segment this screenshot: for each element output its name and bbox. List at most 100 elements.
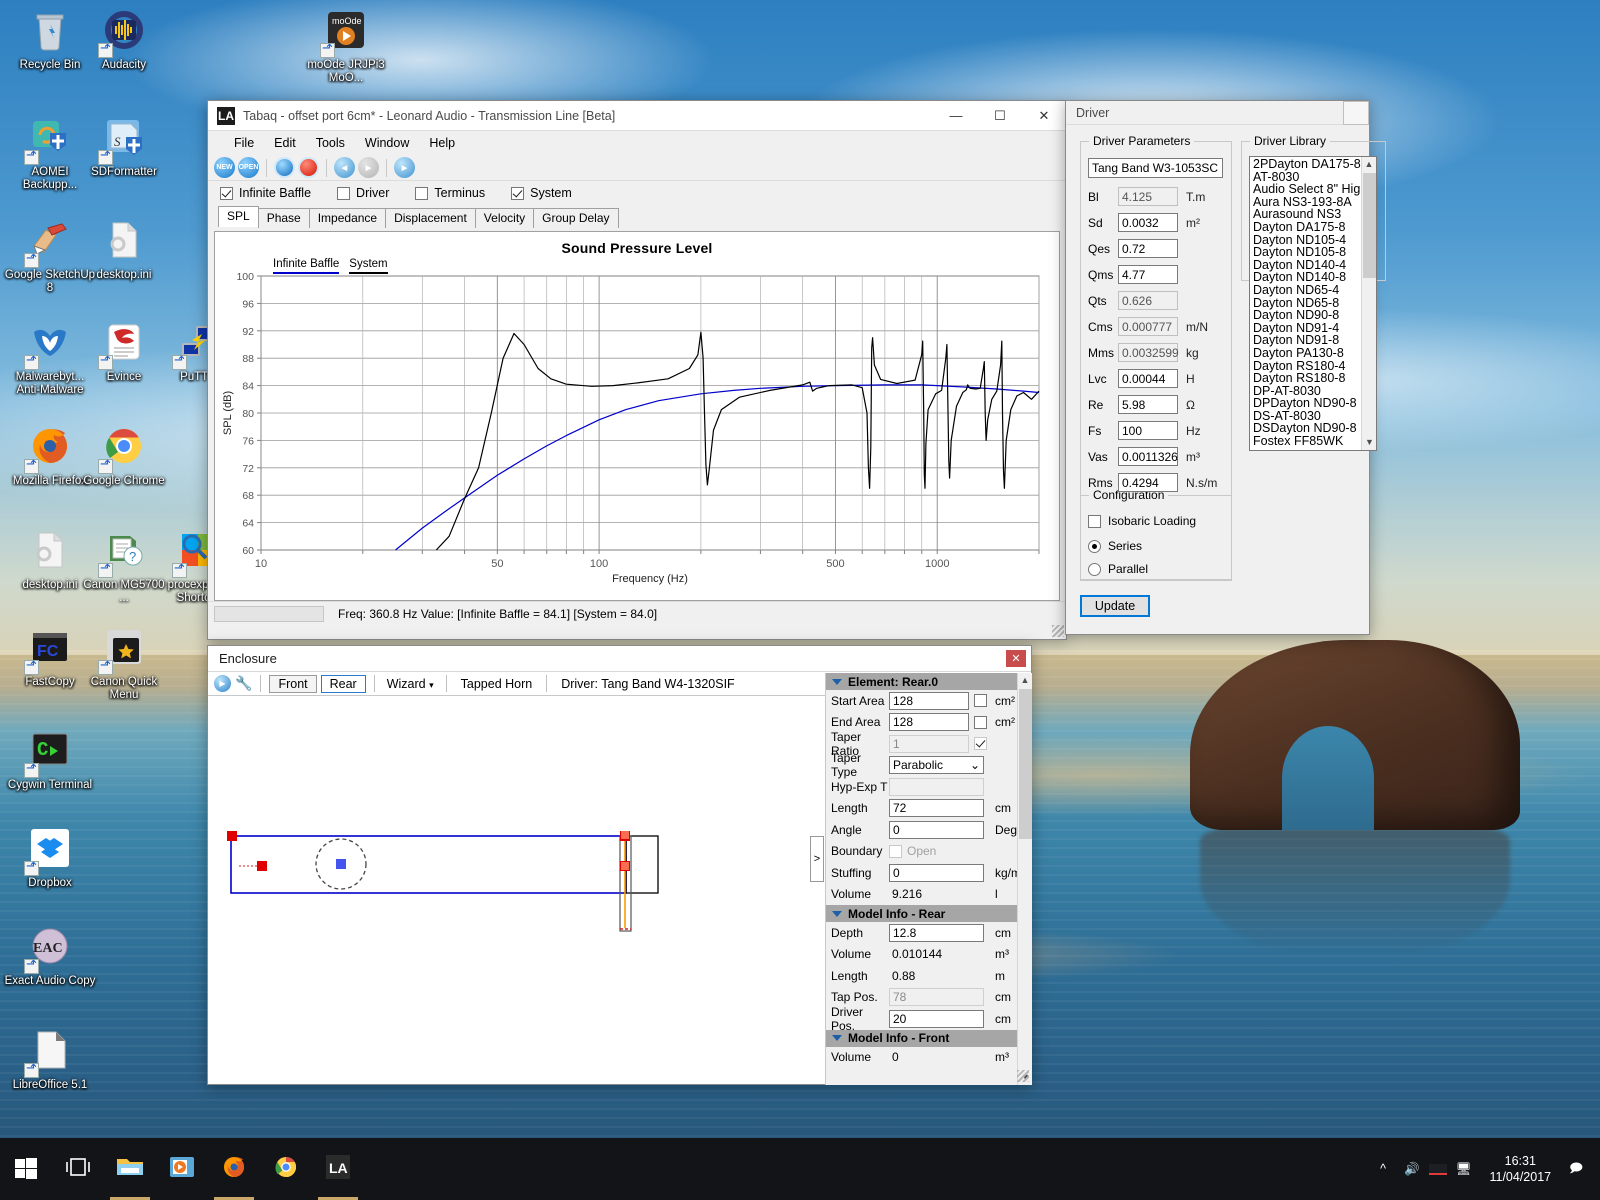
transmission-line-window[interactable]: LA Tabaq - offset port 6cm* - Leonard Au…	[207, 100, 1067, 640]
taskbar-leonard-audio[interactable]: LA	[312, 1138, 364, 1200]
library-scrollbar[interactable]: ▲ ▼	[1361, 157, 1376, 450]
property-input[interactable]	[889, 777, 984, 796]
property-panel-scrollbar[interactable]: ▲ ▼	[1017, 673, 1032, 1085]
library-item[interactable]: Dayton ND105-8	[1250, 246, 1376, 259]
chevron-down-icon[interactable]: ⌄	[970, 758, 980, 772]
taskbar-firefox[interactable]	[208, 1138, 260, 1200]
desktop-icon-cygwin-terminal[interactable]: C Cygwin Terminal	[4, 728, 96, 792]
param-input-sd[interactable]: 0.0032	[1118, 213, 1178, 232]
wizard-menu[interactable]: Wizard ▾	[383, 677, 438, 691]
update-button[interactable]: Update	[1080, 595, 1150, 617]
property-row-checkbox[interactable]	[974, 737, 987, 751]
maximize-button[interactable]: ☐	[978, 101, 1022, 131]
desktop-icon-canon-quick-menu[interactable]: Canon Quick Menu	[78, 625, 170, 702]
rear-button[interactable]: Rear	[320, 674, 366, 693]
desktop-icon-libreoffice-5-1[interactable]: LibreOffice 5.1	[4, 1028, 96, 1092]
driver-window-titlebar[interactable]: Driver	[1066, 100, 1369, 125]
param-input-rms[interactable]: 0.4294	[1118, 473, 1178, 492]
battery-icon[interactable]	[1428, 1163, 1447, 1175]
taskbar-task-view[interactable]	[52, 1138, 104, 1200]
system-tray[interactable]: ^ 🔊 🖥 16:31 11/04/2017 🗩	[1371, 1153, 1600, 1185]
desktop-icon-desktop-ini[interactable]: desktop.ini	[78, 218, 170, 282]
param-input-bl[interactable]: 4.125	[1118, 187, 1178, 206]
desktop-icon-google-chrome[interactable]: Google Chrome	[78, 424, 170, 488]
enclosure-property-panel[interactable]: Element: Rear.0 Start Area 128 cm² End Area 1…	[825, 673, 1032, 1085]
property-input[interactable]: 12.8	[889, 923, 984, 942]
tab-phase[interactable]: Phase	[257, 208, 310, 228]
tab-group-delay[interactable]: Group Delay	[533, 208, 619, 228]
driver-library-listbox[interactable]: 2PDayton DA175-8 AT-8030 Audio Select 8" H…	[1249, 156, 1377, 451]
new-button[interactable]: NEW	[214, 157, 235, 178]
checkbox-system[interactable]: System	[511, 186, 572, 200]
property-row-checkbox[interactable]	[974, 715, 987, 729]
main-window-titlebar[interactable]: LA Tabaq - offset port 6cm* - Leonard Au…	[208, 101, 1066, 131]
driver-name-field[interactable]: Tang Band W3-1053SC	[1088, 158, 1223, 178]
minimize-button[interactable]: —	[934, 101, 978, 131]
play-button[interactable]: ▶	[394, 157, 415, 178]
property-scroll-thumb[interactable]	[1019, 689, 1032, 839]
tab-displacement[interactable]: Displacement	[385, 208, 476, 228]
taskbar-clock[interactable]: 16:31 11/04/2017	[1480, 1153, 1560, 1185]
wrench-icon[interactable]: 🔧	[235, 675, 252, 692]
series-radio-dot[interactable]	[1088, 539, 1101, 553]
library-item[interactable]: 2PDayton DA175-8	[1250, 158, 1376, 171]
library-item[interactable]: Audio Select 8" High	[1250, 183, 1376, 196]
menu-item-edit[interactable]: Edit	[264, 134, 306, 152]
tab-spl[interactable]: SPL	[218, 206, 259, 227]
property-row-checkbox[interactable]	[974, 694, 987, 708]
checkbox-infinite-baffle[interactable]: Infinite Baffle	[220, 186, 311, 200]
chevron-down-icon[interactable]	[832, 678, 842, 685]
main-toolbar[interactable]: NEW OPEN ◀ ▶ ▶	[208, 155, 1066, 181]
param-input-fs[interactable]: 100	[1118, 421, 1178, 440]
play-icon[interactable]: ▶	[214, 675, 231, 692]
tapped-horn-label[interactable]: Tapped Horn	[455, 677, 539, 691]
series-radio[interactable]: Series	[1088, 539, 1142, 553]
curve-visibility-checkboxes[interactable]: Infinite Baffle Driver Terminus System	[208, 181, 1066, 205]
chevron-down-icon[interactable]: ▾	[429, 680, 434, 690]
library-item[interactable]: Dayton PA130-8	[1250, 347, 1376, 360]
chevron-down-icon[interactable]	[832, 1035, 842, 1041]
section-header[interactable]: Element: Rear.0	[826, 673, 1018, 690]
start-button[interactable]	[0, 1138, 52, 1200]
windows-taskbar[interactable]: LA ^ 🔊 🖥 16:31 11/04/2017 🗩	[0, 1138, 1600, 1200]
param-input-qes[interactable]: 0.72	[1118, 239, 1178, 258]
enclosure-close-button[interactable]: ✕	[1006, 649, 1026, 667]
volume-icon[interactable]: 🔊	[1395, 1162, 1429, 1177]
library-item[interactable]: Fostex FF85WK	[1250, 435, 1376, 448]
property-input[interactable]: 78	[889, 988, 984, 1007]
record-blue-button[interactable]	[274, 157, 295, 178]
param-input-cms[interactable]: 0.000777	[1118, 317, 1178, 336]
network-icon[interactable]: 🖥	[1447, 1162, 1481, 1177]
chart-tab-strip[interactable]: SPL Phase Impedance Displacement Velocity Gro…	[208, 205, 1066, 228]
desktop-icon-audacity[interactable]: Audacity	[78, 8, 170, 72]
param-input-qts[interactable]: 0.626	[1118, 291, 1178, 310]
property-input[interactable]: 128	[889, 713, 969, 732]
show-hidden-icons-chevron[interactable]: ^	[1371, 1162, 1395, 1176]
property-input[interactable]: 128	[889, 691, 969, 710]
library-item[interactable]: Dayton DA175-8	[1250, 221, 1376, 234]
prev-button[interactable]: ◀	[334, 157, 355, 178]
driver-window[interactable]: Driver Driver Parameters Tang Band W3-10…	[1065, 100, 1386, 635]
checkbox-box[interactable]	[337, 186, 351, 200]
enclosure-drawing-canvas[interactable]	[209, 698, 824, 1084]
taskbar-media-player[interactable]	[156, 1138, 208, 1200]
tab-velocity[interactable]: Velocity	[474, 208, 535, 228]
scroll-up-arrow[interactable]: ▲	[1362, 157, 1376, 172]
property-input[interactable]: 1	[889, 734, 969, 753]
scroll-down-arrow[interactable]: ▼	[1362, 435, 1376, 450]
pause-button[interactable]: ▶	[358, 157, 379, 178]
chevron-down-icon[interactable]	[832, 910, 842, 917]
checkbox-box[interactable]	[511, 186, 525, 200]
library-item[interactable]: DPDayton ND90-8	[1250, 397, 1376, 410]
library-item[interactable]: Dayton ND65-4	[1250, 284, 1376, 297]
main-resize-grip[interactable]	[1052, 625, 1064, 637]
checkbox-driver[interactable]: Driver	[337, 186, 389, 200]
scroll-thumb[interactable]	[1363, 173, 1376, 278]
property-input[interactable]: 0	[889, 820, 984, 839]
enclosure-window[interactable]: Enclosure ✕ ▶ 🔧 Front Rear Wizard ▾ Tapped Ho…	[207, 645, 1032, 1085]
menu-item-file[interactable]: File	[224, 134, 264, 152]
desktop-icon-moode-jrjpi3-moo[interactable]: moOde moOde JRJPi3 MoO...	[300, 8, 392, 85]
property-select[interactable]: Parabolic ⌄	[889, 756, 984, 775]
menu-item-help[interactable]: Help	[419, 134, 465, 152]
enclosure-resize-grip[interactable]	[1017, 1070, 1029, 1082]
